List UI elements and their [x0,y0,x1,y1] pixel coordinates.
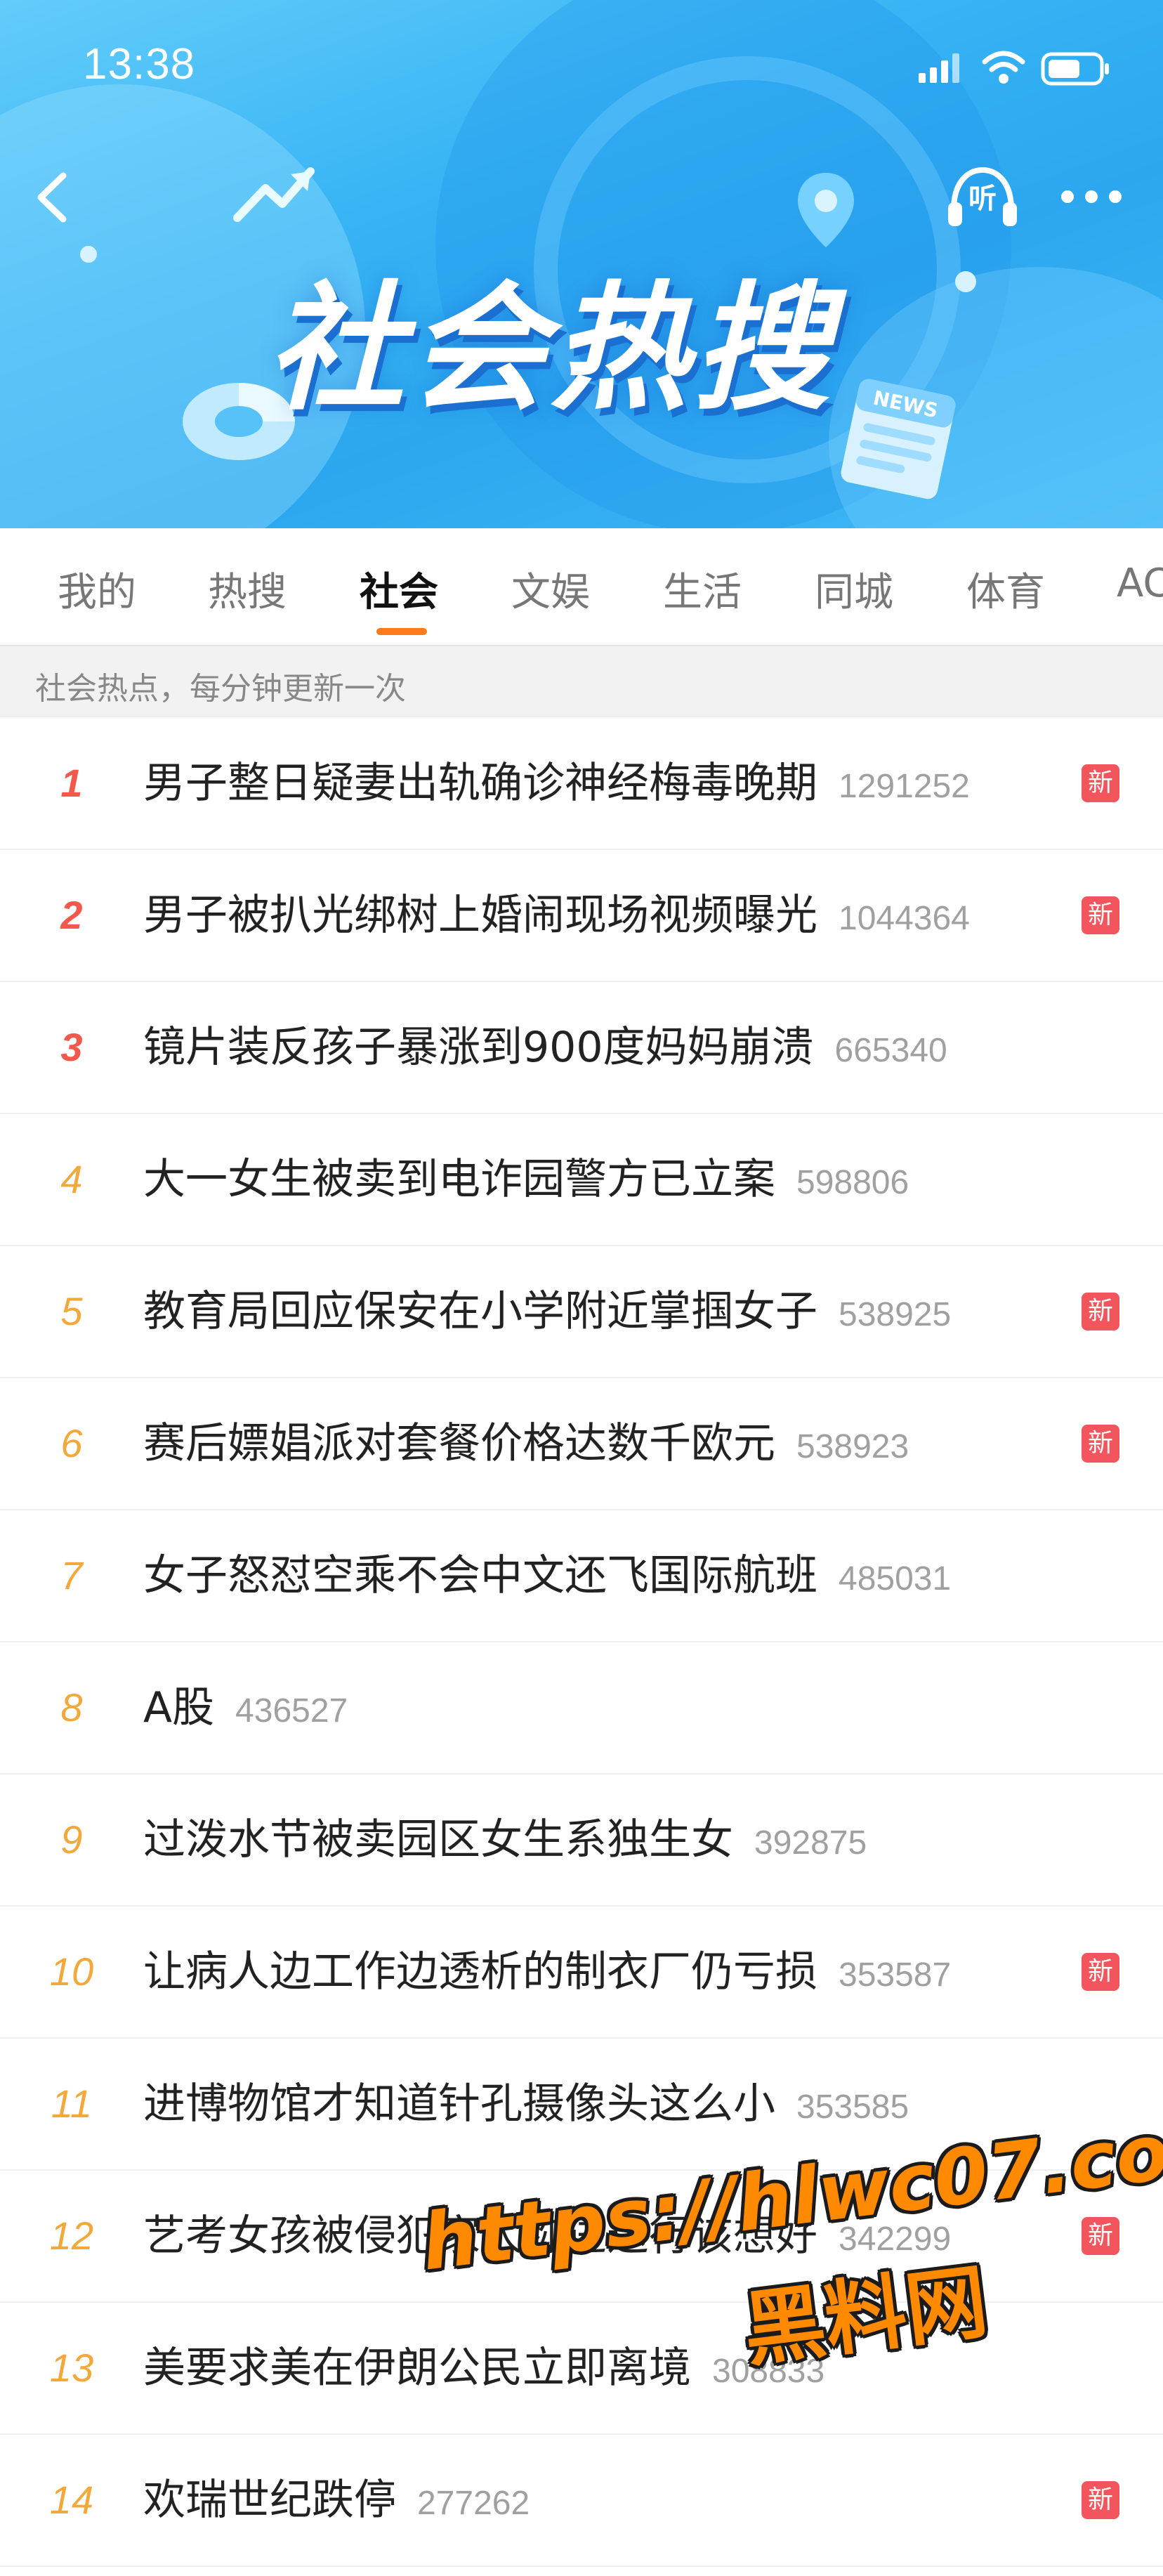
item-heat-count: 538923 [796,1428,909,1465]
item-heat-count: 342299 [839,2221,952,2258]
list-item[interactable]: 13 美要求美在伊朗公民立即离境 308833 [0,2303,1163,2435]
item-heat-count: 353587 [839,1956,952,1994]
list-item[interactable]: 11 进博物馆才知道针孔摄像头这么小 353585 [0,2039,1163,2171]
rank-number: 1 [60,761,83,805]
list-item[interactable]: 9 过泼水节被卖园区女生系独生女 392875 [0,1774,1163,1907]
item-heat-count: 1291252 [839,768,970,805]
item-title[interactable]: 大一女生被卖到电诈园警方已立案 [143,1155,775,1204]
listen-button[interactable]: 听 [944,163,1021,233]
rank-number: 7 [60,1553,83,1597]
hot-search-list: 1 男子整日疑妻出轨确诊神经梅毒晚期 1291252 新 2 男子被扒光绑树上婚闹… [0,718,1163,2567]
item-heat-count: 598806 [796,1164,909,1201]
item-title[interactable]: 女子怒怼空乘不会中文还飞国际航班 [143,1551,817,1600]
status-time: 13:38 [83,40,196,89]
item-title[interactable]: 赛后嫖娼派对套餐价格达数千欧元 [143,1419,775,1468]
tab-mine[interactable]: 我的 [58,561,136,617]
new-badge: 新 [1082,896,1119,934]
item-heat-count: 353585 [796,2088,909,2126]
tab-sports[interactable]: 体育 [966,561,1045,617]
tab-ac[interactable]: AC [1117,561,1163,606]
wifi-icon [982,51,1025,84]
new-badge: 新 [1082,1425,1119,1463]
new-badge: 新 [1082,764,1119,802]
list-item[interactable]: 5 教育局回应保安在小学附近掌掴女子 538925 新 [0,1246,1163,1378]
trend-arrow-icon [233,167,315,222]
new-badge: 新 [1082,2217,1119,2255]
new-badge: 新 [1082,1293,1119,1331]
tab-life[interactable]: 生活 [663,561,742,617]
header-banner: NEWS 13:38 听 社会热搜 [0,0,1163,528]
banner-title: 社会热搜 [267,269,835,429]
battery-icon [1041,52,1109,86]
rank-number: 9 [60,1817,83,1862]
rank-number: 6 [60,1421,83,1465]
more-button[interactable] [1056,176,1126,218]
item-title[interactable]: 过泼水节被卖园区女生系独生女 [143,1815,733,1864]
rank-number: 11 [51,2081,93,2126]
signal-icon [919,53,959,83]
item-title[interactable]: 美要求美在伊朗公民立即离境 [143,2343,691,2393]
new-badge: 新 [1082,2481,1119,2519]
list-item[interactable]: 14 欢瑞世纪跌停 277262 新 [0,2435,1163,2567]
item-title[interactable]: 教育局回应保安在小学附近掌掴女子 [143,1287,817,1336]
item-heat-count: 665340 [834,1032,947,1069]
update-notice-text: 社会热点，每分钟更新一次 [35,671,406,707]
rank-number: 4 [60,1157,83,1201]
status-bar: 13:38 [0,0,1163,140]
more-dots-icon [1061,190,1122,203]
list-item[interactable]: 4 大一女生被卖到电诈园警方已立案 598806 [0,1114,1163,1246]
item-title[interactable]: 男子被扒光绑树上婚闹现场视频曝光 [143,891,817,940]
active-tab-indicator [376,628,427,635]
item-heat-count: 436527 [235,1692,348,1730]
tab-local[interactable]: 同城 [815,561,893,617]
list-item[interactable]: 10 让病人边工作边透析的制衣厂仍亏损 353587 新 [0,1907,1163,2039]
item-heat-count: 308833 [712,2353,825,2390]
banner-dot [955,271,976,292]
item-heat-count: 392875 [754,1824,867,1862]
rank-number: 10 [49,1949,94,1994]
item-title[interactable]: 艺考女孩被侵犯家人称进这行该想好 [143,2211,817,2261]
rank-number: 3 [60,1025,83,1069]
list-item[interactable]: 12 艺考女孩被侵犯家人称进这行该想好 342299 新 [0,2171,1163,2303]
item-title[interactable]: A股 [143,1683,214,1732]
rank-number: 12 [49,2214,94,2258]
item-heat-count: 485031 [839,1560,952,1597]
tab-society[interactable]: 社会 [360,561,438,617]
category-tabs: 我的 热搜 社会 文娱 生活 同城 体育 AC [0,528,1163,646]
list-item[interactable]: 6 赛后嫖娼派对套餐价格达数千欧元 538923 新 [0,1378,1163,1510]
chevron-left-icon [37,172,67,223]
listen-label: 听 [968,183,997,215]
list-item[interactable]: 7 女子怒怼空乘不会中文还飞国际航班 485031 [0,1510,1163,1642]
list-item[interactable]: 3 镜片装反孩子暴涨到900度妈妈崩溃 665340 [0,982,1163,1114]
back-button[interactable] [27,166,83,229]
rank-number: 2 [60,893,83,937]
rank-number: 13 [49,2346,94,2390]
item-title[interactable]: 进博物馆才知道针孔摄像头这么小 [143,2079,775,2129]
rank-number: 14 [49,2478,94,2522]
item-title[interactable]: 镜片装反孩子暴涨到900度妈妈崩溃 [143,1023,814,1072]
list-item[interactable]: 2 男子被扒光绑树上婚闹现场视频曝光 1044364 新 [0,850,1163,982]
item-heat-count: 1044364 [839,900,970,937]
new-badge: 新 [1082,1953,1119,1991]
list-item[interactable]: 8 A股 436527 [0,1642,1163,1774]
rank-number: 5 [60,1289,83,1333]
item-heat-count: 538925 [839,1296,952,1333]
tab-hot-search[interactable]: 热搜 [208,561,287,617]
update-notice: 社会热点，每分钟更新一次 [0,646,1163,717]
tab-entertainment[interactable]: 文娱 [511,561,590,617]
rank-number: 8 [60,1685,83,1730]
item-title[interactable]: 让病人边工作边透析的制衣厂仍亏损 [143,1947,817,1996]
item-title[interactable]: 男子整日疑妻出轨确诊神经梅毒晚期 [143,759,817,808]
banner-dot [80,246,97,263]
list-item[interactable]: 1 男子整日疑妻出轨确诊神经梅毒晚期 1291252 新 [0,718,1163,850]
news-sticker-icon: NEWS [841,379,956,499]
item-heat-count: 277262 [417,2485,530,2522]
